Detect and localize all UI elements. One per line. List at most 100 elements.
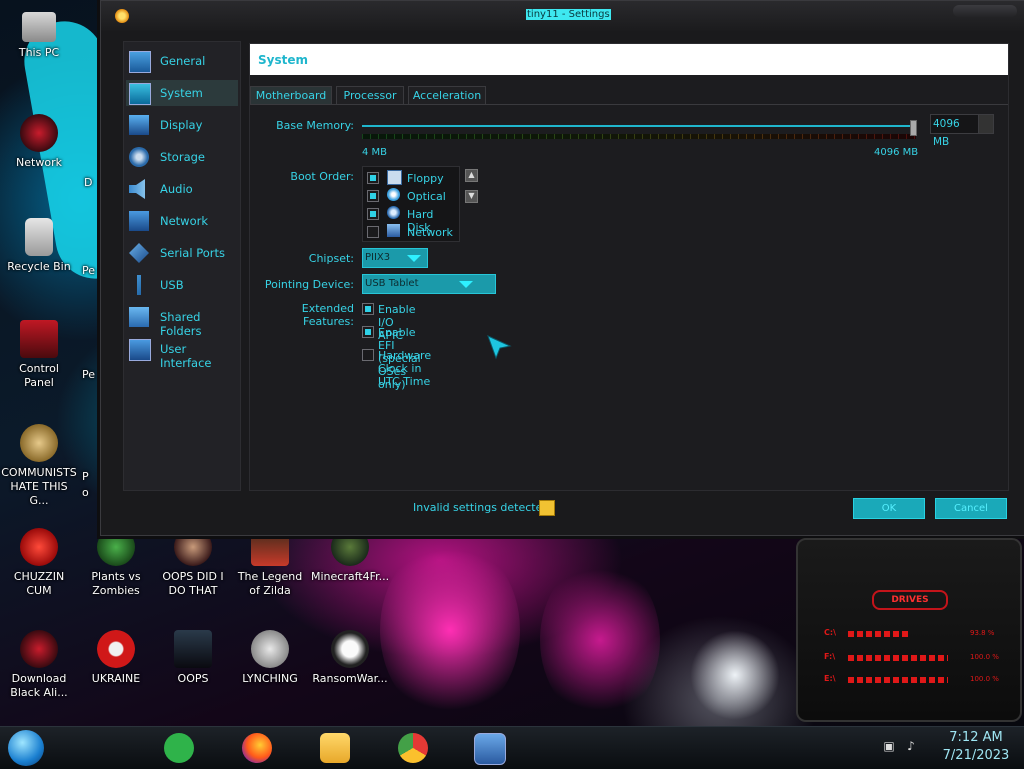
floppy-icon: [387, 170, 402, 185]
sidebar-item-label: Storage: [160, 150, 205, 164]
system-icon: [129, 83, 151, 105]
storage-icon: [129, 147, 149, 167]
desktop-icon-plants-vs-zombies[interactable]: Plants vs Zombies: [80, 528, 152, 598]
desktop-icon-download-black[interactable]: Download Black Ali...: [3, 630, 75, 700]
money-bag-icon: [20, 424, 58, 462]
boot-item-optical[interactable]: Optical: [367, 187, 457, 205]
desktop-partial-label: D: [84, 176, 93, 189]
boot-floppy-checkbox[interactable]: [367, 172, 379, 184]
base-memory-slider[interactable]: [362, 120, 917, 142]
chevron-down-icon: [407, 255, 421, 262]
tab-processor[interactable]: Processor: [336, 86, 404, 105]
start-button[interactable]: [8, 730, 44, 766]
base-memory-input[interactable]: 4096 MB: [930, 114, 980, 148]
desktop-icon-oops[interactable]: OOPS: [157, 630, 229, 686]
desktop-icon-label: UKRAINE: [91, 672, 141, 685]
speech-app-icon[interactable]: [164, 733, 194, 763]
tab-acceleration[interactable]: Acceleration: [408, 86, 486, 105]
desktop-icon-minecraft[interactable]: Minecraft4Fr...: [311, 528, 389, 584]
sidebar-item-label: Network: [160, 214, 209, 228]
optical-disc-icon: [387, 188, 400, 201]
chrome-icon[interactable]: [398, 733, 428, 763]
sidebar-item-audio[interactable]: Audio: [126, 176, 238, 202]
sidebar-item-label: USB: [160, 278, 184, 292]
boot-item-hard-disk[interactable]: Hard Disk: [367, 205, 457, 234]
desktop-icon-communists[interactable]: COMMUNISTS HATE THIS G...: [0, 424, 78, 508]
sidebar-item-network[interactable]: Network: [126, 208, 238, 234]
firefox-icon[interactable]: [242, 733, 272, 763]
window-controls[interactable]: [953, 5, 1017, 17]
network-tray-icon[interactable]: ▣: [882, 739, 896, 753]
desktop-icon-label: Minecraft4Fr...: [311, 570, 390, 583]
slider-thumb[interactable]: [910, 120, 917, 136]
clock[interactable]: 7:12 AM 7/21/2023: [936, 729, 1016, 765]
sidebar-item-label: General: [160, 54, 206, 68]
desktop-icon-oops-did-i[interactable]: OOPS DID I DO THAT: [157, 528, 229, 598]
desktop-icon-label: OOPS: [177, 672, 209, 685]
radiation-icon: [97, 630, 135, 668]
slider-color-scale: [362, 134, 916, 139]
tab-motherboard[interactable]: Motherboard: [250, 86, 332, 105]
sidebar-item-user-interface[interactable]: User Interface: [126, 336, 238, 370]
cancel-button[interactable]: Cancel: [935, 498, 1007, 519]
settings-content: System Motherboard Processor Acceleratio…: [249, 43, 1009, 491]
move-up-button[interactable]: ▲: [465, 169, 478, 182]
desktop-icon-network[interactable]: Network: [3, 114, 75, 170]
desktop-icon-label: Plants vs Zombies: [91, 570, 141, 597]
io-apic-checkbox[interactable]: [362, 303, 374, 315]
sidebar-item-serial-ports[interactable]: Serial Ports: [126, 240, 238, 266]
desktop-icon-this-pc[interactable]: This PC: [3, 12, 75, 60]
desktop-icon-chuzzin-cum[interactable]: CHUZZIN CUM: [3, 528, 75, 598]
network-globe-icon: [20, 114, 58, 152]
drive-row: F:\ 100.0 %: [824, 652, 1004, 664]
sidebar-item-general[interactable]: General: [126, 48, 238, 74]
warning-icon[interactable]: [539, 500, 555, 516]
sidebar-item-display[interactable]: Display: [126, 112, 238, 138]
desktop-partial-label: Pe: [82, 368, 96, 381]
desktop-icon-lynching[interactable]: LYNCHING: [234, 630, 306, 686]
sidebar-item-storage[interactable]: Storage: [126, 144, 238, 170]
sidebar-item-system[interactable]: System: [126, 80, 238, 106]
boot-optical-checkbox[interactable]: [367, 190, 379, 202]
file-explorer-icon[interactable]: [320, 733, 350, 763]
desktop-icon-label: LYNCHING: [242, 672, 298, 685]
audio-icon: [129, 179, 145, 199]
pointing-device-value: USB Tablet: [365, 278, 419, 289]
desktop-icon-legend-of-zilda[interactable]: The Legend of Zilda: [234, 528, 306, 598]
drive-row: C:\ 93.8 %: [824, 628, 1004, 640]
shared-folders-icon: [129, 307, 149, 327]
desktop-partial-label: o: [82, 486, 89, 499]
desktop-icon-label: Network: [16, 156, 62, 169]
move-down-button[interactable]: ▼: [465, 190, 478, 203]
drive-letter: C:\: [824, 628, 836, 637]
virtualbox-icon[interactable]: [474, 733, 506, 765]
sidebar-item-label: Display: [160, 118, 203, 132]
base-memory-label: Base Memory:: [276, 119, 354, 132]
title-bar[interactable]: tiny11 - Settings: [101, 1, 1024, 31]
sidebar-item-usb[interactable]: USB: [126, 272, 238, 298]
ok-button[interactable]: OK: [853, 498, 925, 519]
desktop-icon-ukraine[interactable]: UKRAINE: [80, 630, 152, 686]
sidebar-item-label: Shared Folders: [160, 310, 202, 338]
volume-icon[interactable]: ♪: [904, 739, 918, 753]
chipset-select[interactable]: PIIX3: [362, 248, 428, 268]
boot-hard-disk-checkbox[interactable]: [367, 208, 379, 220]
network-icon: [387, 224, 400, 237]
boot-item-floppy[interactable]: Floppy: [367, 169, 457, 187]
drive-usage-bar: [848, 677, 948, 683]
drive-row: E:\ 100.0 %: [824, 674, 1004, 686]
desktop-icon-ransomware[interactable]: RansomWar...: [311, 630, 389, 686]
control-panel-icon: [20, 320, 58, 358]
page-header: System: [250, 44, 1008, 75]
efi-checkbox[interactable]: [362, 326, 374, 338]
base-memory-spinner[interactable]: [978, 114, 994, 134]
pointing-device-select[interactable]: USB Tablet: [362, 274, 496, 294]
boot-item-network[interactable]: Network: [367, 223, 457, 241]
desktop-icon-recycle-bin[interactable]: Recycle Bin: [3, 218, 75, 274]
desktop-icon-label: OOPS DID I DO THAT: [162, 570, 224, 597]
sidebar-item-shared-folders[interactable]: Shared Folders: [126, 304, 238, 338]
boot-network-checkbox[interactable]: [367, 226, 379, 238]
settings-window: tiny11 - Settings General System Display…: [100, 0, 1024, 536]
desktop-icon-control-panel[interactable]: Control Panel: [3, 320, 75, 390]
utc-clock-checkbox[interactable]: [362, 349, 374, 361]
